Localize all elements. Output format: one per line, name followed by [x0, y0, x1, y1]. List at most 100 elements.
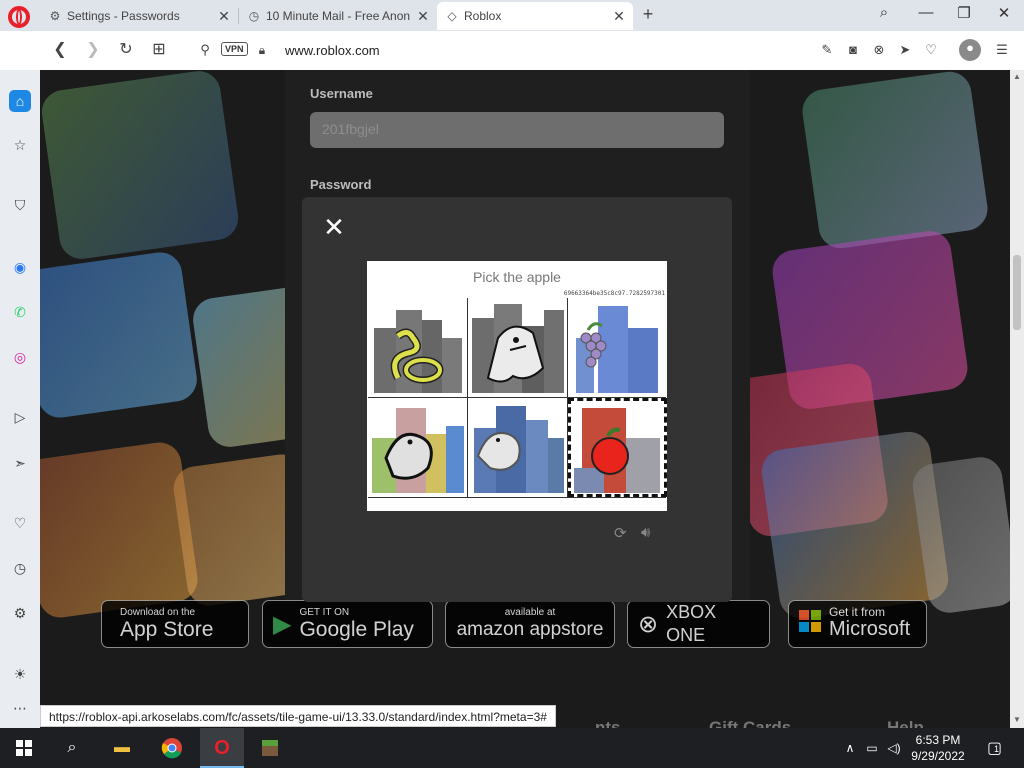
- opera-sidebar: ⌂ ☆ ⛉ ◉ ✆ ◎ ▷ ➣ ♡ ◷ ⚙ ☀ ⋯: [0, 70, 40, 728]
- play-icon: ▶: [273, 610, 292, 638]
- shopping-bag-icon[interactable]: ⛉: [9, 194, 31, 216]
- xbox-one-badge[interactable]: ⊗ XBOX ONE: [627, 600, 770, 648]
- apple-image: [574, 408, 660, 493]
- notification-center-icon[interactable]: ▢ 1: [987, 738, 1002, 758]
- heart-icon[interactable]: ♡: [9, 512, 31, 534]
- chrome-icon[interactable]: [160, 736, 184, 760]
- clock[interactable]: 6:53 PM 9/29/2022: [903, 732, 973, 764]
- chevron-up-icon[interactable]: ∧: [838, 736, 862, 760]
- captcha-grid: [368, 298, 667, 498]
- windows-start-icon[interactable]: [12, 736, 36, 760]
- minecraft-icon[interactable]: [258, 736, 282, 760]
- easy-setup-icon[interactable]: ☰: [993, 41, 1011, 59]
- footer-link-gift-cards[interactable]: Gift Cards: [709, 718, 791, 728]
- forward-button[interactable]: ❯: [83, 40, 103, 60]
- background-game-tile: [40, 249, 200, 421]
- seal-image: [474, 406, 564, 493]
- tab-close-icon[interactable]: ✕: [611, 8, 627, 25]
- close-icon[interactable]: ✕: [322, 214, 346, 240]
- tab-close-icon[interactable]: ✕: [216, 8, 232, 25]
- badge-small-text: Get it from: [829, 605, 886, 619]
- captcha-prompt: Pick the apple: [473, 269, 561, 285]
- microsoft-store-badge[interactable]: Get it from Microsoft: [788, 600, 927, 648]
- player-icon[interactable]: ▷: [9, 406, 31, 428]
- clock-icon: ◷: [248, 9, 260, 23]
- key-icon[interactable]: ⚲: [195, 40, 215, 60]
- tab-title: 10 Minute Mail - Free Anon: [266, 9, 411, 23]
- search-icon[interactable]: ⌕: [872, 4, 896, 21]
- network-icon[interactable]: ▭: [860, 736, 884, 760]
- captcha-hash: 69663364be35c8c97.7282597301: [563, 290, 665, 297]
- new-tab-icon[interactable]: +: [640, 4, 656, 25]
- tab-title: Roblox: [464, 9, 502, 23]
- gear-icon: ⚙: [49, 9, 61, 23]
- whatsapp-icon[interactable]: ✆: [9, 301, 31, 323]
- send-icon[interactable]: ➣: [9, 452, 31, 474]
- footer-link-help[interactable]: Help: [887, 718, 924, 728]
- profile-avatar[interactable]: ●: [959, 39, 981, 61]
- lock-icon[interactable]: 🔒︎: [252, 40, 272, 60]
- scroll-down-icon[interactable]: ▼: [1013, 715, 1021, 724]
- adblock-icon[interactable]: ⊗: [870, 41, 888, 59]
- captcha-tile[interactable]: [368, 398, 467, 497]
- back-button[interactable]: ❮: [50, 40, 70, 60]
- opera-icon[interactable]: O: [210, 736, 234, 760]
- heart-icon[interactable]: ♡: [922, 41, 940, 59]
- seal-image: [372, 408, 464, 493]
- tab-bar: ⚙ Settings - Passwords ✕ ◷ 10 Minute Mai…: [0, 0, 1024, 31]
- captcha-tile[interactable]: [468, 298, 567, 397]
- captcha-tile[interactable]: [468, 398, 567, 497]
- settings-icon[interactable]: ⚙: [9, 602, 31, 624]
- footer-link[interactable]: nts: [595, 718, 621, 728]
- history-icon[interactable]: ◷: [9, 557, 31, 579]
- app-store-badge[interactable]: Download on the App Store: [101, 600, 249, 648]
- messenger-icon[interactable]: ◉: [9, 256, 31, 278]
- badge-big-text: Google Play: [299, 618, 414, 641]
- windows-taskbar: ⌕ ▬ O ∧ ▭ ◁) 6:53 PM 9/29/2022 ▢ 1: [0, 728, 1024, 768]
- restore-icon[interactable]: ❐: [952, 4, 976, 22]
- edit-icon[interactable]: ✎: [818, 41, 836, 59]
- scroll-thumb[interactable]: [1013, 255, 1021, 330]
- tab-title: Settings - Passwords: [67, 9, 180, 23]
- snake-image: [374, 310, 462, 393]
- badge-big-text: App Store: [120, 618, 214, 641]
- tab-roblox[interactable]: ◇ Roblox ✕: [437, 2, 633, 30]
- audio-icon[interactable]: 🔊︎: [641, 524, 650, 541]
- instagram-icon[interactable]: ◎: [9, 346, 31, 368]
- tab-close-icon[interactable]: ✕: [415, 8, 431, 25]
- camera-icon[interactable]: ◙: [844, 41, 862, 59]
- vpn-badge[interactable]: VPN: [221, 42, 248, 56]
- captcha-tile[interactable]: [568, 298, 667, 397]
- speed-dial-icon[interactable]: ⊞: [149, 40, 169, 60]
- reload-button[interactable]: ↻: [116, 40, 136, 60]
- background-game-tile: [799, 70, 991, 252]
- captcha-tile[interactable]: [368, 298, 467, 397]
- ghost-image: [472, 304, 564, 393]
- page-scrollbar[interactable]: ▲ ▼: [1010, 70, 1024, 728]
- url-field[interactable]: www.roblox.com: [285, 43, 380, 58]
- refresh-icon[interactable]: ⟳: [614, 524, 627, 542]
- tab-10-minute-mail[interactable]: ◷ 10 Minute Mail - Free Anon ✕: [239, 2, 437, 30]
- captcha-tile-selected[interactable]: [568, 398, 667, 497]
- scroll-up-icon[interactable]: ▲: [1013, 72, 1021, 81]
- notification-count: 1: [994, 744, 1000, 754]
- file-explorer-icon[interactable]: ▬: [110, 736, 134, 760]
- password-label: Password: [310, 177, 372, 192]
- send-icon[interactable]: ➤: [896, 41, 914, 59]
- amazon-appstore-badge[interactable]: available at amazon appstore: [445, 600, 615, 648]
- username-input[interactable]: 201fbgjel: [310, 112, 724, 148]
- close-window-icon[interactable]: ✕: [992, 4, 1016, 22]
- address-bar: ❮ ❯ ↻ ⊞ ⚲ VPN 🔒︎ www.roblox.com ✎ ◙ ⊗ ➤ …: [0, 31, 1024, 70]
- tab-settings-passwords[interactable]: ⚙ Settings - Passwords ✕: [40, 2, 238, 30]
- search-icon[interactable]: ⌕: [60, 736, 84, 760]
- lightbulb-icon[interactable]: ☀: [9, 663, 31, 685]
- clock-time: 6:53 PM: [915, 733, 961, 747]
- opera-logo-icon[interactable]: [8, 6, 30, 28]
- minimize-icon[interactable]: —: [914, 4, 938, 21]
- more-icon[interactable]: ⋯: [9, 697, 31, 719]
- google-play-badge[interactable]: ▶ GET IT ON Google Play: [262, 600, 433, 648]
- badge-small-text: available at: [504, 607, 556, 618]
- star-icon[interactable]: ☆: [9, 134, 31, 156]
- captcha-modal: ✕ Pick the apple 69663364be35c8c97.72825…: [302, 197, 732, 602]
- home-icon[interactable]: ⌂: [9, 90, 31, 112]
